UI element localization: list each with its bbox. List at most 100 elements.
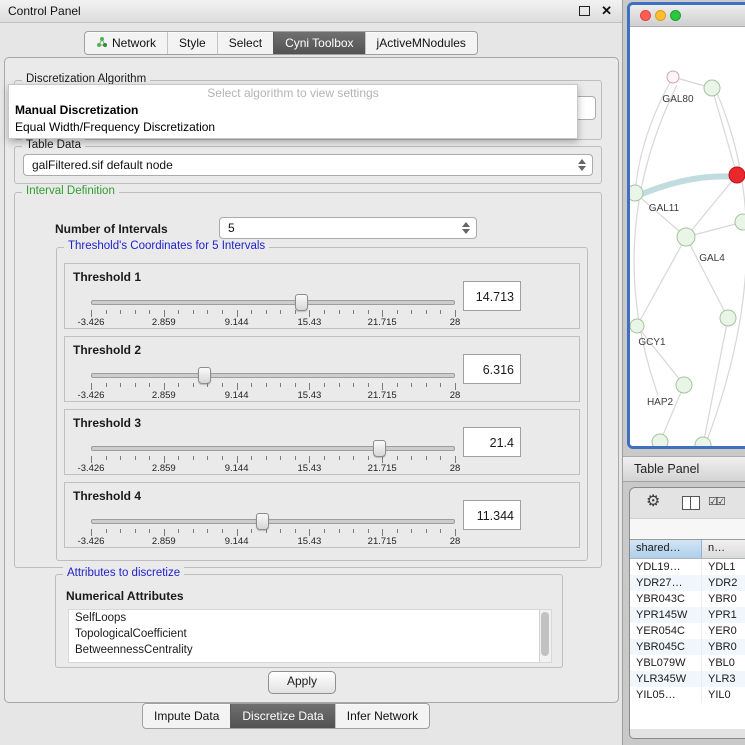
table-row[interactable]: YDL19…YDL1 [630, 559, 745, 575]
slider-thumb[interactable] [295, 294, 308, 311]
tab-jactivemnodules[interactable]: jActiveMNodules [365, 32, 477, 54]
tick-label: 9.144 [225, 317, 249, 328]
slider-track[interactable] [91, 373, 455, 378]
num-intervals-dropdown[interactable]: 5 [219, 217, 477, 239]
network-node[interactable] [652, 434, 668, 447]
tick-label: 28 [450, 390, 461, 401]
tab-infer-network[interactable]: Infer Network [335, 704, 429, 728]
popup-item-manual-discretization[interactable]: Manual Discretization [9, 102, 577, 119]
tick-mark [135, 456, 136, 460]
network-node[interactable] [676, 377, 692, 393]
tick-mark [455, 383, 456, 390]
network-node[interactable] [677, 228, 695, 246]
apply-button[interactable]: Apply [268, 671, 336, 694]
slider-thumb[interactable] [256, 513, 269, 530]
tick-mark [397, 529, 398, 533]
gear-icon[interactable]: ⚙ [646, 493, 660, 511]
tick-label: 15.43 [298, 536, 322, 547]
select-columns-icon[interactable]: ☑☑ [708, 495, 724, 508]
bottom-tabs: Impute Data Discretize Data Infer Networ… [142, 703, 430, 729]
network-canvas[interactable]: GAL80 GAL11 GAL4 GCY1 HAP2 [630, 27, 745, 446]
tick-label: 2.859 [152, 317, 176, 328]
table-row[interactable]: YLR345WYLR3 [630, 671, 745, 687]
network-tab-icon [96, 36, 108, 51]
tab-label: Select [229, 36, 262, 50]
tick-mark [295, 383, 296, 387]
network-node[interactable] [735, 214, 745, 230]
network-node[interactable] [630, 185, 643, 201]
tick-mark [237, 310, 238, 317]
table-panel-header[interactable]: Table Panel [623, 456, 745, 482]
zoom-window-icon[interactable] [670, 10, 681, 21]
scrollbar-thumb[interactable] [541, 612, 549, 656]
close-icon[interactable]: ✕ [601, 4, 612, 17]
dropdown-arrows-icon[interactable] [578, 159, 587, 171]
dropdown-arrows-icon[interactable] [462, 222, 471, 234]
tab-network[interactable]: Network [85, 32, 167, 54]
slider-track[interactable] [91, 446, 455, 451]
threshold-4-slider[interactable] [91, 513, 455, 529]
tick-mark [353, 529, 354, 533]
minimize-window-icon[interactable] [655, 10, 666, 21]
network-window-titlebar[interactable] [630, 5, 745, 27]
threshold-2-slider[interactable] [91, 367, 455, 383]
tab-impute-data[interactable]: Impute Data [143, 704, 230, 728]
threshold-3-slider[interactable] [91, 440, 455, 456]
tick-label: 9.144 [225, 390, 249, 401]
table-body: YDL19…YDL1YDR27…YDR2YBR043CYBR0YPR145WYP… [630, 559, 745, 729]
slider-thumb[interactable] [198, 367, 211, 384]
table-cell: YER0 [702, 623, 745, 639]
network-node-selected[interactable] [729, 167, 745, 183]
column-header-shared-name[interactable]: shared… [630, 540, 702, 558]
tab-cyni-toolbox[interactable]: Cyni Toolbox [273, 32, 364, 54]
tab-discretize-data[interactable]: Discretize Data [230, 704, 334, 728]
tab-label: Discretize Data [242, 709, 323, 723]
tick-mark [397, 383, 398, 387]
threshold-1-slider[interactable] [91, 294, 455, 310]
slider-track[interactable] [91, 519, 455, 524]
network-node[interactable] [630, 319, 644, 333]
float-window-icon[interactable] [579, 6, 590, 16]
tick-mark [193, 529, 194, 533]
table-row[interactable]: YBL079WYBL0 [630, 655, 745, 671]
tick-mark [237, 456, 238, 463]
table-row[interactable]: YBR045CYBR0 [630, 639, 745, 655]
tab-select[interactable]: Select [217, 32, 273, 54]
table-row[interactable]: YDR27…YDR2 [630, 575, 745, 591]
tab-label: Cyni Toolbox [285, 36, 353, 50]
list-scrollbar[interactable] [539, 610, 551, 662]
table-cell: YBR043C [630, 591, 702, 607]
network-node[interactable] [720, 310, 736, 326]
popup-item-equal-width[interactable]: Equal Width/Frequency Discretization [9, 119, 577, 136]
table-row[interactable]: YER054CYER0 [630, 623, 745, 639]
tick-mark [280, 383, 281, 387]
threshold-2-value-field[interactable]: 6.316 [463, 354, 521, 384]
table-row[interactable]: YPR145WYPR1 [630, 607, 745, 623]
slider-thumb[interactable] [373, 440, 386, 457]
threshold-3-value-field[interactable]: 21.4 [463, 427, 521, 457]
network-node[interactable] [667, 71, 679, 83]
tick-mark [382, 310, 383, 317]
columns-icon[interactable] [682, 496, 700, 510]
attributes-listbox[interactable]: SelfLoopsTopologicalCoefficientBetweenne… [68, 609, 552, 663]
attribute-list-item[interactable]: SelfLoops [69, 610, 551, 626]
table-row[interactable]: YIL05…YIL0 [630, 687, 745, 703]
tick-mark [324, 383, 325, 387]
slider-track[interactable] [91, 300, 455, 305]
attribute-list-item[interactable]: BetweennessCentrality [69, 642, 551, 658]
table-cell: YBL0 [702, 655, 745, 671]
network-node[interactable] [695, 437, 711, 447]
threshold-1-value-field[interactable]: 14.713 [463, 281, 521, 311]
network-node[interactable] [704, 80, 720, 96]
table-cell: YPR145W [630, 607, 702, 623]
column-header-name[interactable]: n… [702, 540, 745, 558]
control-panel-titlebar[interactable]: Control Panel ✕ [0, 0, 622, 23]
tick-mark [106, 310, 107, 314]
table-row[interactable]: YBR043CYBR0 [630, 591, 745, 607]
tab-style[interactable]: Style [167, 32, 217, 54]
attributes-group-label: Attributes to discretize [63, 567, 184, 579]
close-window-icon[interactable] [640, 10, 651, 21]
attribute-list-item[interactable]: TopologicalCoefficient [69, 626, 551, 642]
table-data-dropdown[interactable]: galFiltered.sif default node [23, 154, 593, 176]
threshold-4-value-field[interactable]: 11.344 [463, 500, 521, 530]
